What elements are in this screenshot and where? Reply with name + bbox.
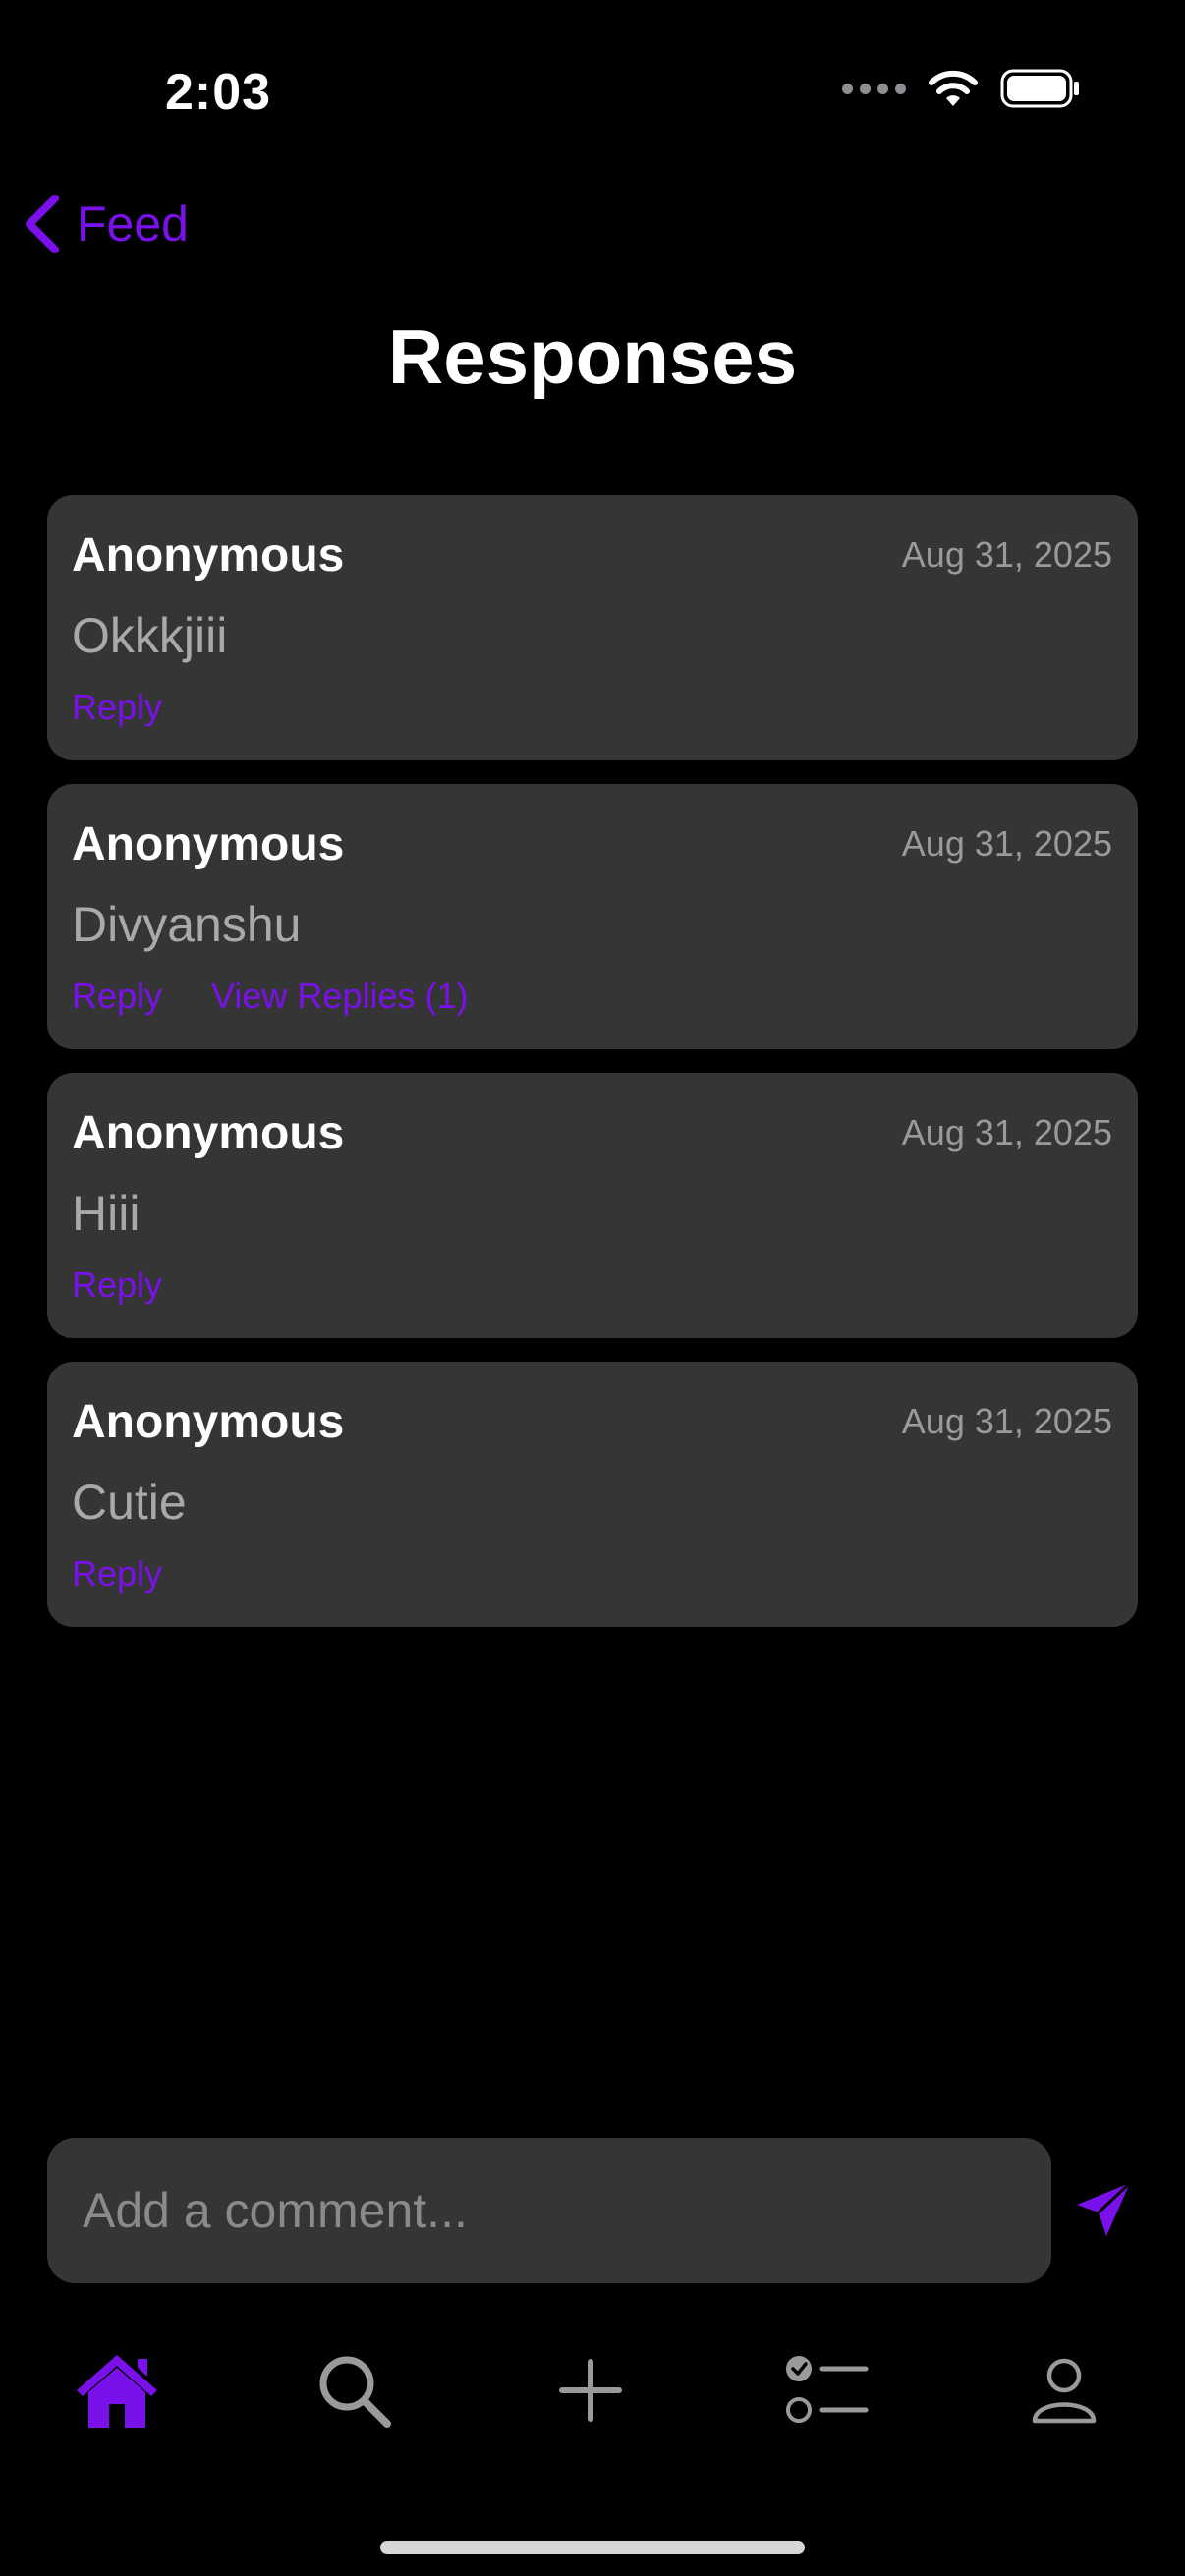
comment-author: Anonymous	[72, 1107, 345, 1159]
send-icon	[1077, 2181, 1132, 2236]
comment-actions: Reply	[72, 1553, 162, 1595]
comment-card: Anonymous Aug 31, 2025 Divyanshu Reply V…	[47, 784, 1138, 1049]
tab-home[interactable]	[73, 2346, 161, 2435]
comment-text: Divyanshu	[72, 897, 302, 952]
tab-tasks[interactable]	[783, 2346, 872, 2435]
reply-button[interactable]: Reply	[72, 976, 162, 1017]
reply-button[interactable]: Reply	[72, 1264, 162, 1306]
back-label: Feed	[77, 196, 189, 252]
comment-date: Aug 31, 2025	[901, 1401, 1112, 1441]
profile-icon	[1032, 2358, 1097, 2424]
comment-actions: Reply	[72, 687, 162, 728]
status-time: 2:03	[165, 64, 272, 121]
search-icon	[319, 2356, 391, 2428]
tab-profile[interactable]	[1020, 2346, 1108, 2435]
status-icons	[842, 69, 1081, 108]
comment-card: Anonymous Aug 31, 2025 Okkkjiii Reply	[47, 495, 1138, 760]
comment-date: Aug 31, 2025	[901, 534, 1112, 575]
comment-date: Aug 31, 2025	[901, 1112, 1112, 1152]
comment-card: Anonymous Aug 31, 2025 Cutie Reply	[47, 1362, 1138, 1627]
plus-icon	[559, 2359, 622, 2422]
comment-date: Aug 31, 2025	[901, 823, 1112, 864]
comment-card: Anonymous Aug 31, 2025 Hiii Reply	[47, 1073, 1138, 1338]
comment-text: Okkkjiii	[72, 608, 228, 663]
comment-author: Anonymous	[72, 530, 345, 582]
wifi-icon	[929, 70, 978, 106]
page-title: Responses	[387, 313, 798, 400]
comment-actions: Reply View Replies (1)	[72, 976, 469, 1017]
reply-button[interactable]: Reply	[72, 687, 162, 728]
back-button[interactable]: Feed	[22, 195, 189, 253]
home-indicator	[380, 2541, 805, 2554]
checklist-icon	[786, 2356, 869, 2423]
reply-button[interactable]: Reply	[72, 1553, 162, 1595]
cellular-signal-icon	[842, 83, 906, 94]
comment-text: Hiii	[72, 1186, 141, 1241]
battery-icon	[1000, 69, 1079, 108]
comment-actions: Reply	[72, 1264, 162, 1306]
send-button[interactable]	[1073, 2179, 1134, 2245]
comment-author: Anonymous	[72, 1396, 345, 1448]
chevron-left-icon	[26, 195, 59, 253]
comment-author: Anonymous	[72, 818, 345, 870]
comment-text: Cutie	[72, 1475, 187, 1530]
tab-create[interactable]	[546, 2346, 635, 2435]
comment-input[interactable]	[47, 2138, 1051, 2283]
view-replies-button[interactable]: View Replies (1)	[211, 976, 468, 1017]
home-icon	[77, 2355, 157, 2428]
tab-search[interactable]	[310, 2346, 398, 2435]
